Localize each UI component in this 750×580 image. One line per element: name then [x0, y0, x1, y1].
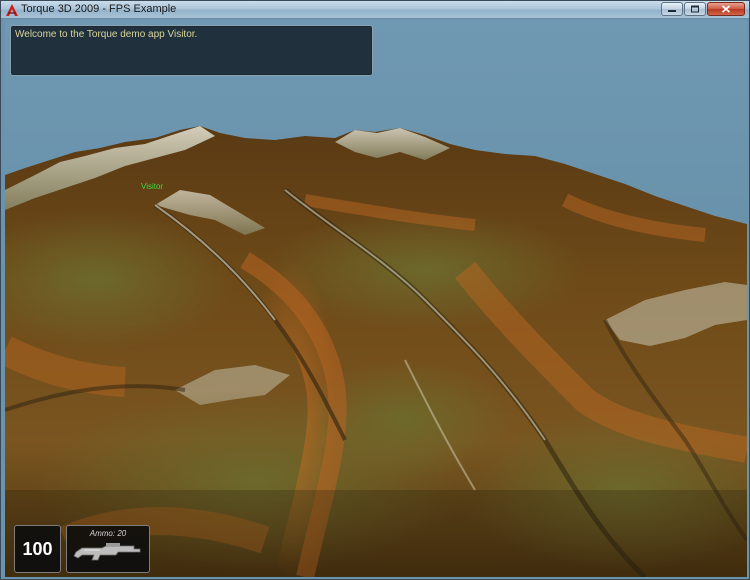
game-window: Torque 3D 2009 - FPS Example Welcome to …: [0, 0, 750, 580]
close-icon: [721, 5, 731, 13]
close-button[interactable]: [707, 2, 745, 16]
terrain-scene: [5, 20, 747, 577]
torque-logo-icon: [6, 4, 18, 16]
window-title: Torque 3D 2009 - FPS Example: [21, 3, 177, 15]
chat-message: Welcome to the Torque demo app Visitor.: [15, 29, 198, 40]
window-controls: [660, 2, 745, 17]
minimize-button[interactable]: [661, 2, 683, 16]
title-bar[interactable]: Torque 3D 2009 - FPS Example: [1, 1, 749, 19]
player-nametag: Visitor: [141, 182, 164, 191]
rifle-icon: [73, 543, 141, 561]
maximize-icon: [691, 5, 699, 13]
chat-box: Welcome to the Torque demo app Visitor.: [10, 25, 373, 76]
maximize-button[interactable]: [684, 2, 706, 16]
game-viewport[interactable]: Welcome to the Torque demo app Visitor. …: [5, 20, 747, 577]
health-display: 100: [14, 525, 61, 573]
health-value: 100: [22, 539, 53, 559]
ammo-count: Ammo: 20: [89, 529, 127, 538]
minimize-icon: [668, 10, 676, 12]
weapon-display: Ammo: 20: [66, 525, 150, 573]
